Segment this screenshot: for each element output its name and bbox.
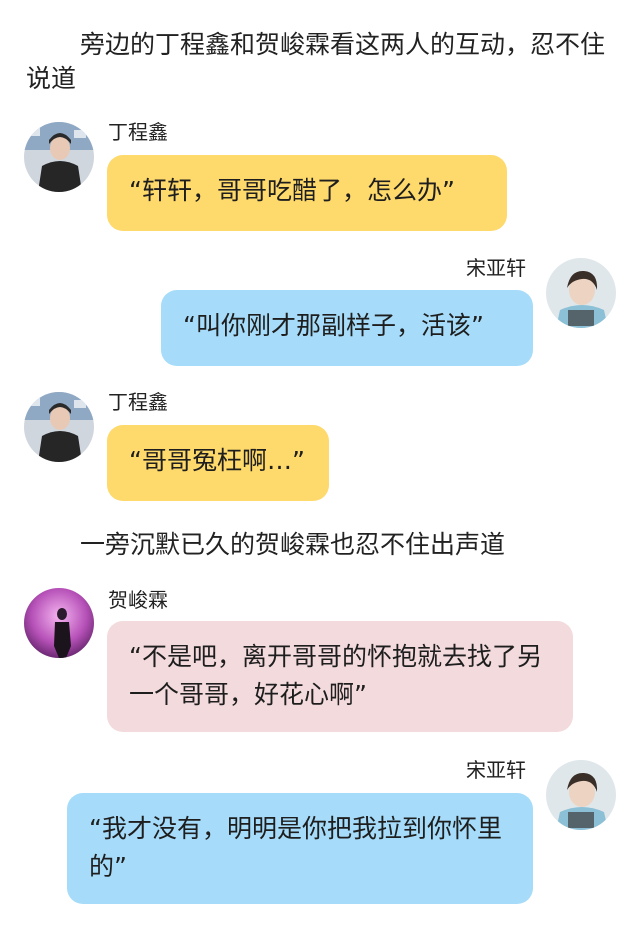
- sender-name: 宋亚轩: [466, 256, 526, 280]
- message-text: “不是吧，离开哥哥的怀抱就去找了另一个哥哥，好花心啊”: [129, 642, 542, 709]
- narration-text: 一旁沉默已久的贺峻霖也忍不住出声道: [80, 530, 506, 559]
- avatar-song-yaxuan[interactable]: [546, 760, 616, 830]
- message-bubble[interactable]: “轩轩，哥哥吃醋了，怎么办”: [107, 155, 507, 231]
- message-text: “轩轩，哥哥吃醋了，怎么办”: [129, 176, 455, 205]
- sender-name: 丁程鑫: [108, 390, 168, 414]
- avatar-song-yaxuan[interactable]: [546, 258, 616, 328]
- sender-name: 丁程鑫: [108, 120, 168, 144]
- sender-name: 宋亚轩: [466, 758, 526, 782]
- narration-text: 旁边的丁程鑫和贺峻霖看这两人的互动，忍不住说道: [26, 30, 606, 93]
- sender-name: 贺峻霖: [108, 588, 168, 612]
- avatar-ding-chengxin[interactable]: [24, 392, 94, 462]
- avatar-he-junlin[interactable]: [24, 588, 94, 658]
- message-text: “叫你刚才那副样子，活该”: [183, 311, 484, 340]
- avatar-ding-chengxin[interactable]: [24, 122, 94, 192]
- message-text: “哥哥冤枉啊…”: [129, 446, 305, 475]
- message-bubble[interactable]: “叫你刚才那副样子，活该”: [161, 290, 533, 366]
- message-text: “我才没有，明明是你把我拉到你怀里的”: [89, 814, 502, 881]
- message-bubble[interactable]: “不是吧，离开哥哥的怀抱就去找了另一个哥哥，好花心啊”: [107, 621, 573, 732]
- message-bubble[interactable]: “哥哥冤枉啊…”: [107, 425, 329, 501]
- message-bubble[interactable]: “我才没有，明明是你把我拉到你怀里的”: [67, 793, 533, 904]
